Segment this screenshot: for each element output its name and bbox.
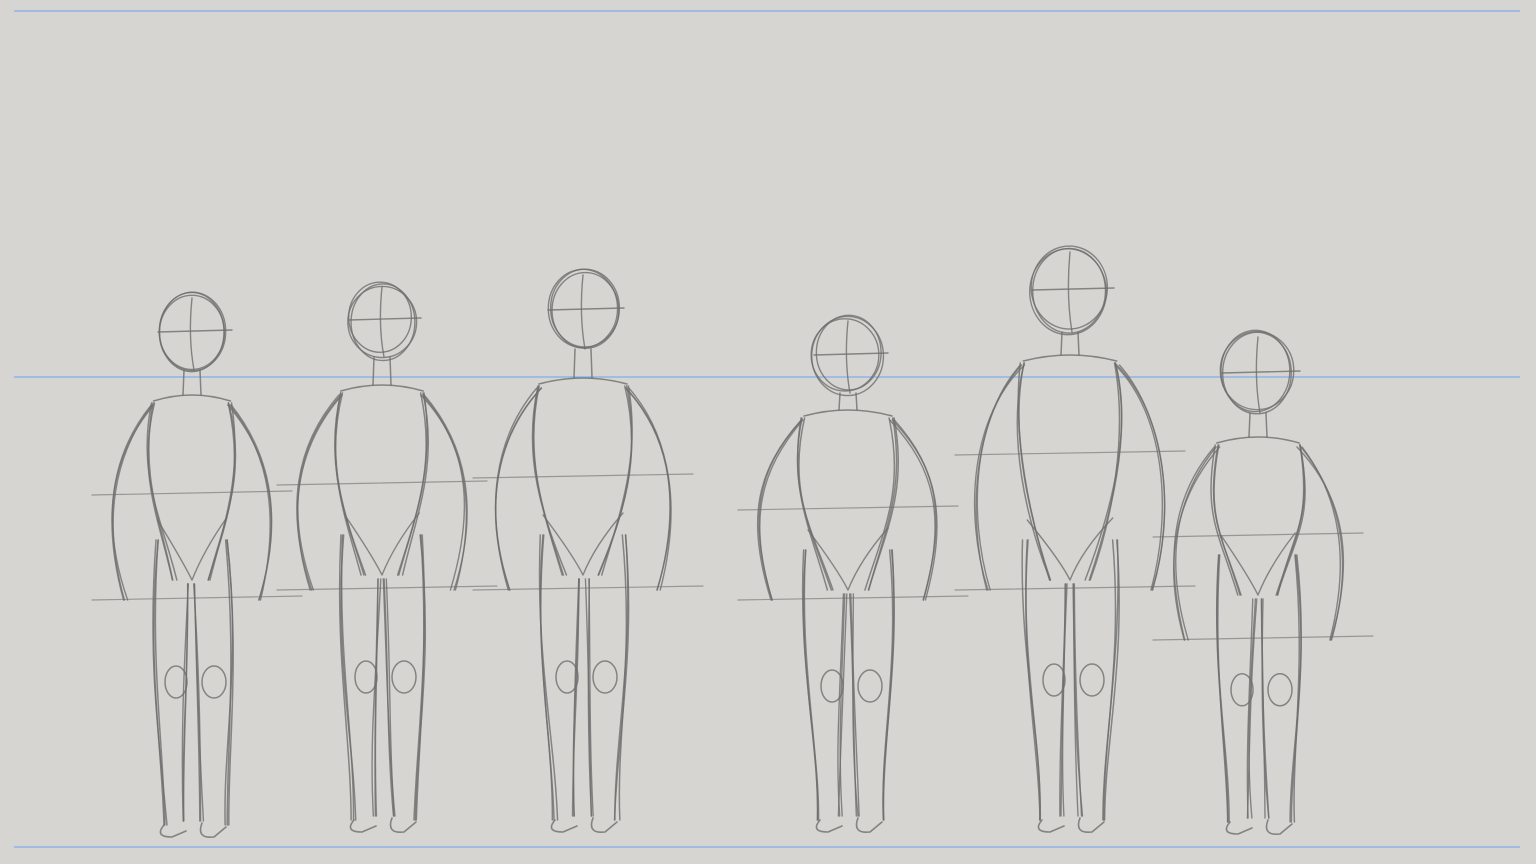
canvas-background [0,0,1536,864]
drawing-canvas[interactable] [0,0,1536,864]
sketch-layer[interactable] [0,0,1536,864]
